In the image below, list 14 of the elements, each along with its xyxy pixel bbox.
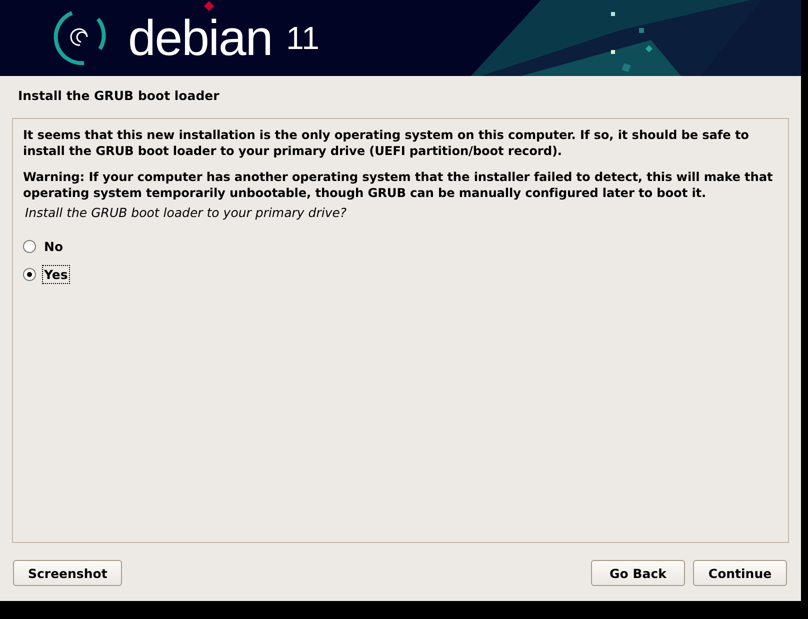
screenshot-button[interactable]: Screenshot: [13, 560, 122, 586]
radio-button[interactable]: [23, 268, 36, 280]
page-title: Install the GRUB boot loader: [17, 87, 220, 105]
radio-button[interactable]: [23, 240, 36, 252]
logo-text: debian: [128, 10, 272, 66]
description-text: Warning: If your computer has another operating system that the installer failed to detect, this will make that operating system temporarily unbootable, though GRUB can be manually configured later to boot it.: [23, 169, 774, 201]
diamond-icon: [204, 1, 214, 11]
back-button[interactable]: Go Back: [591, 560, 685, 586]
option-label[interactable]: Yes: [42, 264, 70, 284]
version-number: 11: [286, 20, 320, 56]
continue-button[interactable]: Continue: [693, 560, 787, 586]
option-label[interactable]: No: [42, 236, 66, 256]
question-text: Install the GRUB boot loader to your primary drive?: [25, 205, 348, 220]
description-text: It seems that this new installation is the only operating system on this computer. If so, it should be safe to install the GRUB boot loader to your primary drive (UEFI partition/boot record).: [23, 127, 750, 159]
